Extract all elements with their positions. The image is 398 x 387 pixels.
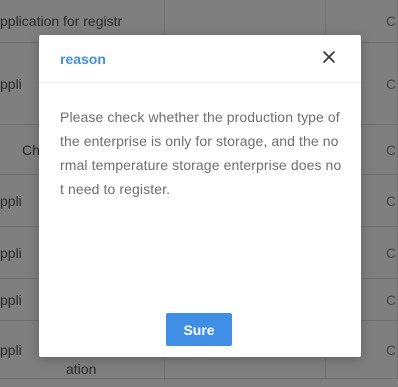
dialog-message: Please check whether the production type… bbox=[60, 109, 342, 197]
app-window: pplication for registr C ppli C Ch C ppl… bbox=[0, 0, 398, 387]
reason-dialog: reason Please check whether the producti… bbox=[39, 35, 361, 357]
dialog-title: reason bbox=[60, 51, 106, 67]
sure-button[interactable]: Sure bbox=[166, 313, 232, 346]
close-icon[interactable] bbox=[319, 47, 339, 67]
dialog-header: reason bbox=[39, 35, 361, 83]
